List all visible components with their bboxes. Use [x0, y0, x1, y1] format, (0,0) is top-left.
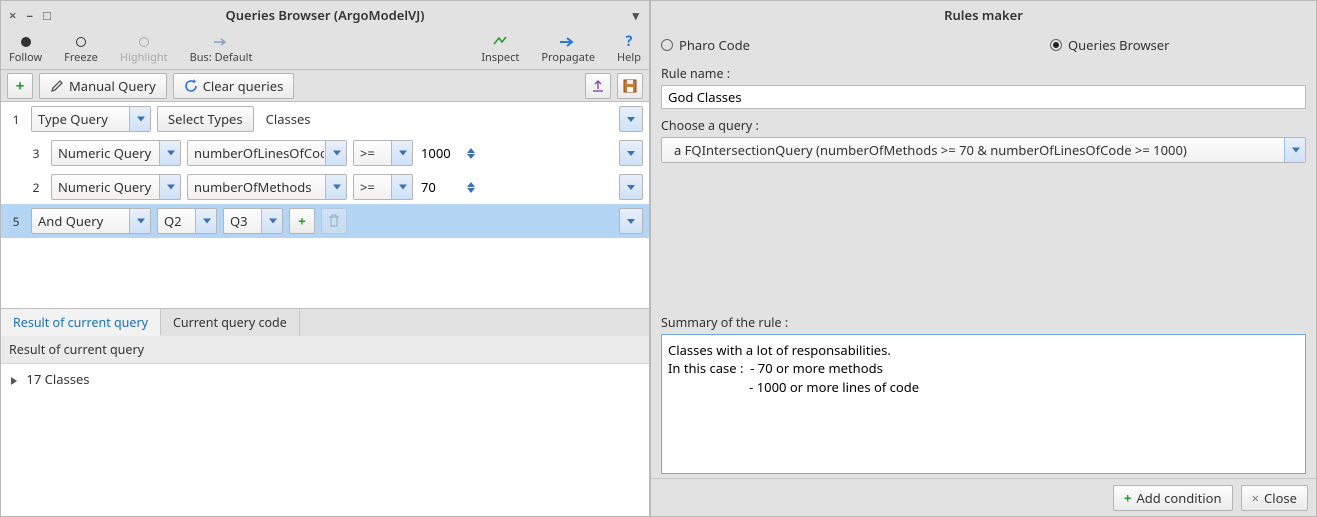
value-spinner[interactable] [419, 141, 475, 165]
export-icon [591, 79, 605, 93]
menu-caret-icon[interactable]: ▾ [632, 6, 649, 24]
clear-queries-button[interactable]: Clear queries [173, 73, 295, 99]
query-type-select[interactable]: Type Query [31, 106, 151, 132]
manual-query-button[interactable]: Manual Query [39, 73, 167, 99]
queries-browser-pane: × – □ Queries Browser (ArgoModelVJ) ▾ Fo… [0, 0, 650, 517]
query-row-2[interactable]: 2 Numeric Query numberOfMethods >= [1, 170, 649, 204]
query-list: 1 Type Query Select Types Classes 3 Nume… [1, 101, 649, 516]
highlight-icon [139, 34, 149, 50]
close-button[interactable]: × Close [1241, 485, 1308, 511]
close-icon[interactable]: × [9, 6, 16, 24]
plus-icon: + [16, 76, 25, 96]
query-type-select[interactable]: Numeric Query [51, 174, 181, 200]
select-types-button[interactable]: Select Types [157, 106, 254, 132]
choose-query-label: Choose a query : [661, 117, 1306, 134]
left-titlebar: × – □ Queries Browser (ArgoModelVJ) ▾ [1, 1, 649, 29]
save-icon [623, 79, 637, 93]
expand-icon[interactable] [11, 377, 17, 385]
query-row-3[interactable]: 3 Numeric Query numberOfLinesOfCode >= [1, 136, 649, 170]
help-button[interactable]: ? Help [617, 34, 641, 65]
inspect-button[interactable]: Inspect [481, 34, 519, 65]
propagate-button[interactable]: Propagate [541, 34, 595, 65]
inspect-icon [492, 34, 508, 50]
query-type-select[interactable]: Numeric Query [51, 140, 181, 166]
operand-a-select[interactable]: Q2 [157, 208, 217, 234]
propagate-icon [559, 34, 577, 50]
result-body: 17 Classes [1, 364, 649, 516]
query-subbar: + Manual Query Clear queries [1, 69, 649, 101]
result-tabs: Result of current query Current query co… [1, 308, 649, 336]
radio-queries-browser[interactable]: Queries Browser [1050, 36, 1170, 54]
row-menu-button[interactable] [619, 106, 643, 132]
choose-query-select[interactable]: a FQIntersectionQuery (numberOfMethods >… [661, 137, 1306, 163]
minimize-icon[interactable]: – [26, 6, 33, 24]
operand-b-select[interactable]: Q3 [223, 208, 283, 234]
operator-select[interactable]: >= [353, 140, 413, 166]
mode-radios: Pharo Code Queries Browser [651, 29, 1316, 61]
tab-code[interactable]: Current query code [161, 309, 300, 336]
add-operand-button[interactable]: + [289, 208, 315, 234]
close-icon: × [1252, 489, 1259, 507]
rules-maker-pane: Rules maker Pharo Code Queries Browser R… [650, 0, 1317, 517]
follow-button[interactable]: Follow [9, 34, 42, 65]
freeze-icon [76, 34, 86, 50]
follow-icon [21, 34, 31, 50]
pencil-icon [50, 79, 64, 93]
delete-operand-button[interactable] [321, 208, 347, 234]
right-titlebar: Rules maker [651, 1, 1316, 29]
property-select[interactable]: numberOfMethods [187, 174, 347, 200]
maximize-icon[interactable]: □ [43, 6, 51, 24]
query-row-5[interactable]: 5 And Query Q2 Q3 + [1, 204, 649, 238]
freeze-button[interactable]: Freeze [64, 34, 98, 65]
query-type-select[interactable]: And Query [31, 208, 151, 234]
radio-pharo[interactable]: Pharo Code [661, 36, 750, 54]
plus-icon: + [1124, 489, 1131, 507]
right-footer: + Add condition × Close [651, 478, 1316, 516]
summary-textarea[interactable] [661, 334, 1306, 474]
operator-select[interactable]: >= [353, 174, 413, 200]
bus-button[interactable]: Bus: Default [190, 34, 253, 65]
row-menu-button[interactable] [619, 140, 643, 166]
bus-icon [213, 34, 229, 50]
tab-result[interactable]: Result of current query [1, 309, 161, 336]
left-toolbar: Follow Freeze Highlight Bus: Default Ins… [1, 29, 649, 69]
add-query-button[interactable]: + [7, 73, 33, 99]
refresh-icon [184, 79, 198, 93]
right-title: Rules maker [651, 6, 1316, 24]
highlight-button[interactable]: Highlight [120, 34, 168, 65]
trash-icon [328, 214, 340, 228]
left-title: Queries Browser (ArgoModelVJ) [1, 6, 649, 24]
query-summary: Classes [266, 110, 311, 128]
query-row-1[interactable]: 1 Type Query Select Types Classes [1, 102, 649, 136]
rule-name-input[interactable] [661, 85, 1306, 109]
summary-label: Summary of the rule : [661, 314, 1306, 331]
row-menu-button[interactable] [619, 208, 643, 234]
export-button[interactable] [585, 73, 611, 99]
save-button[interactable] [617, 73, 643, 99]
row-menu-button[interactable] [619, 174, 643, 200]
plus-icon: + [298, 212, 305, 230]
rule-name-label: Rule name : [661, 65, 1306, 82]
result-header: Result of current query [1, 336, 649, 364]
property-select[interactable]: numberOfLinesOfCode [187, 140, 347, 166]
help-icon: ? [626, 34, 633, 50]
value-spinner[interactable] [419, 175, 475, 199]
add-condition-button[interactable]: + Add condition [1113, 485, 1233, 511]
result-line[interactable]: 17 Classes [26, 370, 89, 388]
